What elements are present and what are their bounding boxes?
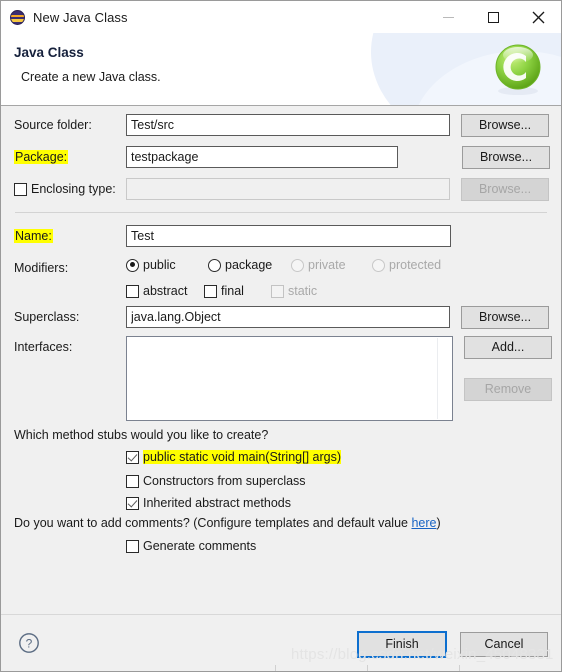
package-browse-button[interactable]: Browse... bbox=[462, 145, 550, 169]
new-java-class-dialog: New Java Class Java Class Create a new J… bbox=[0, 0, 562, 672]
minimize-icon bbox=[443, 16, 454, 18]
interfaces-scrollbar[interactable] bbox=[437, 338, 438, 419]
source-folder-row: Source folder: Browse... bbox=[14, 113, 549, 137]
enclosing-type-row: Enclosing type: Browse... bbox=[14, 177, 549, 201]
radio-protected-icon bbox=[372, 258, 385, 272]
modifiers-row: Modifiers: bbox=[14, 257, 549, 279]
name-label: Name: bbox=[14, 229, 53, 243]
svg-text:?: ? bbox=[26, 637, 33, 651]
enclosing-type-checkbox[interactable] bbox=[14, 182, 27, 196]
modifier-checkbox-static[interactable]: static bbox=[271, 284, 317, 298]
checkbox-final-icon bbox=[204, 284, 217, 298]
superclass-browse-button[interactable]: Browse... bbox=[461, 305, 549, 329]
help-icon[interactable]: ? bbox=[18, 632, 40, 654]
source-folder-browse-button[interactable]: Browse... bbox=[461, 113, 549, 137]
package-label-wrap: Package: bbox=[14, 150, 126, 164]
close-icon bbox=[532, 11, 545, 23]
generate-comments-checkbox-row[interactable]: Generate comments bbox=[126, 539, 256, 553]
minimize-button[interactable] bbox=[426, 1, 471, 33]
radio-private-icon bbox=[291, 258, 304, 272]
checkbox-static-label: static bbox=[288, 284, 318, 298]
enclosing-type-input[interactable] bbox=[126, 178, 450, 200]
bottom-ticks bbox=[1, 665, 561, 671]
dialog-footer: ? Finish Cancel https://blog.csdn.net/we… bbox=[1, 614, 561, 671]
maximize-button[interactable] bbox=[471, 1, 516, 33]
header-subtitle: Create a new Java class. bbox=[21, 70, 161, 84]
close-button[interactable] bbox=[516, 1, 561, 33]
radio-private-label: private bbox=[308, 258, 346, 272]
interfaces-add-button[interactable]: Add... bbox=[464, 336, 552, 359]
modifier-radio-package[interactable]: package bbox=[208, 258, 272, 272]
name-input[interactable] bbox=[126, 225, 451, 247]
checkbox-generate-comments-label: Generate comments bbox=[143, 539, 257, 553]
checkbox-abstract-label: abstract bbox=[143, 284, 188, 298]
checkbox-main-method-icon bbox=[126, 450, 139, 464]
source-folder-input[interactable] bbox=[126, 114, 450, 136]
modifiers-label: Modifiers: bbox=[14, 261, 69, 275]
interfaces-label: Interfaces: bbox=[14, 340, 73, 354]
radio-package-icon bbox=[208, 258, 221, 272]
configure-templates-link[interactable]: here bbox=[411, 516, 436, 530]
comments-question: Do you want to add comments? (Configure … bbox=[14, 516, 441, 530]
checkbox-inherited-icon bbox=[126, 496, 139, 510]
modifier-radio-protected[interactable]: protected bbox=[372, 258, 441, 272]
stub-checkbox-inherited[interactable]: Inherited abstract methods bbox=[126, 496, 291, 510]
comments-question-prefix: Do you want to add comments? (Configure … bbox=[14, 516, 412, 530]
radio-public-icon bbox=[126, 258, 139, 272]
modifier-radio-public[interactable]: public bbox=[126, 258, 176, 272]
package-row: Package: Browse... bbox=[14, 145, 550, 169]
checkbox-abstract-icon bbox=[126, 284, 139, 298]
cancel-button[interactable]: Cancel bbox=[460, 632, 548, 657]
superclass-input[interactable] bbox=[126, 306, 450, 328]
header-title: Java Class bbox=[14, 45, 84, 60]
modifier-checkbox-abstract[interactable]: abstract bbox=[126, 284, 187, 298]
radio-package-label: package bbox=[225, 258, 273, 272]
comments-question-suffix: ) bbox=[436, 516, 441, 530]
eclipse-globe-icon bbox=[10, 9, 25, 25]
dialog-header: Java Class Create a new Java class. bbox=[1, 33, 561, 106]
stub-checkbox-constructors[interactable]: Constructors from superclass bbox=[126, 474, 306, 488]
finish-button[interactable]: Finish bbox=[357, 631, 447, 658]
modifier-checkbox-final[interactable]: final bbox=[204, 284, 244, 298]
package-label: Package: bbox=[14, 150, 69, 164]
checkbox-generate-comments-icon bbox=[126, 539, 139, 553]
name-label-wrap: Name: bbox=[14, 229, 126, 243]
source-folder-label: Source folder: bbox=[14, 118, 92, 132]
window-controls bbox=[426, 1, 561, 33]
checkbox-constructors-label: Constructors from superclass bbox=[143, 474, 306, 488]
name-row: Name: bbox=[14, 225, 549, 247]
eclipse-c-logo bbox=[495, 44, 541, 95]
dialog-body: Source folder: Browse... Package: Browse… bbox=[1, 106, 561, 614]
stub-checkbox-main-method[interactable]: public static void main(String[] args) bbox=[126, 450, 341, 464]
method-stubs-question: Which method stubs would you like to cre… bbox=[14, 428, 269, 442]
package-input[interactable] bbox=[126, 146, 398, 168]
checkbox-inherited-label: Inherited abstract methods bbox=[143, 496, 291, 510]
enclosing-type-label-wrap: Enclosing type: bbox=[14, 182, 126, 196]
enclosing-type-browse-button[interactable]: Browse... bbox=[461, 177, 549, 201]
window-title: New Java Class bbox=[33, 9, 128, 25]
checkbox-final-label: final bbox=[221, 284, 244, 298]
checkbox-main-method-label: public static void main(String[] args) bbox=[143, 450, 341, 464]
title-bar: New Java Class bbox=[1, 1, 561, 33]
superclass-row: Superclass: Browse... bbox=[14, 305, 549, 329]
radio-protected-label: protected bbox=[389, 258, 442, 272]
modifier-radio-private[interactable]: private bbox=[291, 258, 346, 272]
radio-public-label: public bbox=[143, 258, 176, 272]
section-divider bbox=[15, 212, 547, 213]
superclass-label: Superclass: bbox=[14, 310, 80, 324]
enclosing-type-label: Enclosing type: bbox=[31, 182, 116, 196]
checkbox-static-icon bbox=[271, 284, 284, 298]
checkbox-constructors-icon bbox=[126, 474, 139, 488]
interfaces-remove-button[interactable]: Remove bbox=[464, 378, 552, 401]
interfaces-listbox[interactable] bbox=[126, 336, 453, 421]
maximize-icon bbox=[488, 11, 499, 23]
